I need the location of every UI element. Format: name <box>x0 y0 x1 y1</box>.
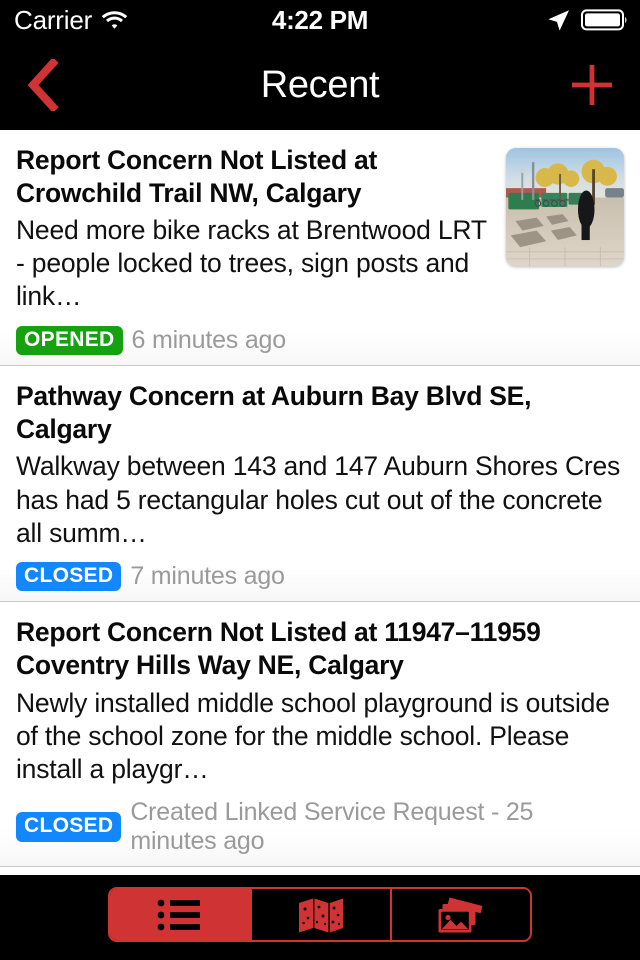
list-item-meta: CLOSED Created Linked Service Request - … <box>16 798 624 856</box>
status-bar: Carrier 4:22 PM <box>0 0 640 40</box>
list-item-description: Walkway between 143 and 147 Auburn Shore… <box>16 451 621 548</box>
list-item-description: Need more bike racks at Brentwood LRT - … <box>16 215 487 312</box>
clock-label: 4:22 PM <box>271 4 369 35</box>
tab-list[interactable] <box>110 889 250 940</box>
list-item[interactable]: Report Concern Not Listed at 11947–11959… <box>0 602 640 868</box>
add-report-button[interactable] <box>558 40 626 130</box>
list-item[interactable]: Pathway Concern at Auburn Bay Blvd SE, C… <box>0 366 640 603</box>
page-title: Recent <box>260 63 380 106</box>
list-icon <box>156 897 204 933</box>
status-badge: CLOSED <box>16 812 122 842</box>
status-bar-center: 4:22 PM <box>0 0 640 40</box>
list-item-thumbnail-slot <box>506 144 624 266</box>
app-screen: Carrier 4:22 PM Recent Report Concern No… <box>0 0 640 960</box>
list-item-title: Pathway Concern at Auburn Bay Blvd SE, C… <box>16 381 532 444</box>
street-scene-bike-racks-photo[interactable] <box>506 148 624 266</box>
list-item[interactable]: Report Concern Not Listed at 14 St SW, C… <box>0 867 640 875</box>
list-item-timestamp: 7 minutes ago <box>130 562 285 591</box>
status-bar-right <box>547 0 628 40</box>
tab-bar <box>0 875 640 960</box>
status-badge: CLOSED <box>16 561 122 592</box>
view-mode-segmented-control[interactable] <box>108 887 532 942</box>
chevron-left-icon <box>25 59 59 111</box>
status-badge: OPENED <box>16 325 123 356</box>
list-item-meta: OPENED 6 minutes ago <box>16 325 494 356</box>
back-button[interactable] <box>8 40 76 130</box>
list-item-timestamp: 6 minutes ago <box>131 325 287 354</box>
recent-reports-list[interactable]: Report Concern Not Listed at Crowchild T… <box>0 130 640 875</box>
plus-icon <box>571 64 613 106</box>
list-item-meta: CLOSED 7 minutes ago <box>16 561 624 592</box>
list-item-description: Newly installed middle school playground… <box>16 687 610 784</box>
list-item-title: Report Concern Not Listed at Crowchild T… <box>16 145 378 208</box>
battery-full-icon <box>581 9 628 31</box>
list-item-title: Report Concern Not Listed at 11947–11959… <box>16 617 541 681</box>
tab-map[interactable] <box>250 889 390 940</box>
navigation-bar: Recent <box>0 40 640 130</box>
location-arrow-icon <box>547 9 570 32</box>
tab-photos[interactable] <box>390 889 530 940</box>
list-item[interactable]: Report Concern Not Listed at Crowchild T… <box>0 130 640 367</box>
map-icon <box>298 897 344 933</box>
list-item-timestamp: Created Linked Service Request - 25 minu… <box>130 798 534 856</box>
photos-icon <box>437 896 485 934</box>
